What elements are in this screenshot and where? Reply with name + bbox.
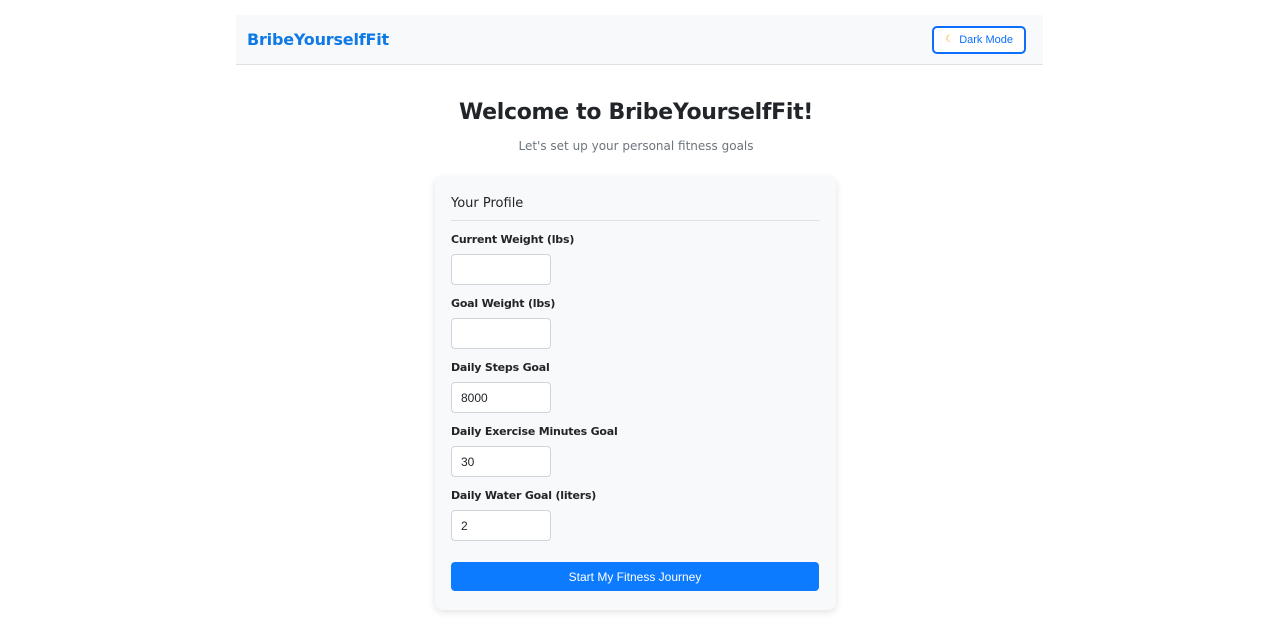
- exercise-minutes-group: Daily Exercise Minutes Goal: [451, 425, 820, 477]
- profile-card-title: Your Profile: [451, 196, 820, 221]
- goal-weight-group: Goal Weight (lbs): [451, 297, 820, 349]
- exercise-minutes-label: Daily Exercise Minutes Goal: [451, 425, 618, 438]
- page-subtitle: Let's set up your personal fitness goals: [518, 139, 754, 153]
- start-journey-button[interactable]: Start My Fitness Journey: [451, 562, 819, 591]
- profile-card: Your Profile Current Weight (lbs) Goal W…: [435, 177, 836, 610]
- water-goal-group: Daily Water Goal (liters): [451, 489, 820, 541]
- daily-steps-label: Daily Steps Goal: [451, 361, 550, 374]
- goal-weight-input[interactable]: [451, 318, 551, 349]
- exercise-minutes-input[interactable]: [451, 446, 551, 477]
- current-weight-group: Current Weight (lbs): [451, 233, 820, 285]
- current-weight-label: Current Weight (lbs): [451, 233, 575, 246]
- welcome-section: Welcome to BribeYourselfFit! Let's set u…: [0, 100, 1272, 153]
- water-goal-label: Daily Water Goal (liters): [451, 489, 597, 502]
- page-title: Welcome to BribeYourselfFit!: [458, 100, 814, 125]
- daily-steps-input[interactable]: [451, 382, 551, 413]
- brand-logo[interactable]: BribeYourselfFit: [247, 30, 389, 49]
- water-goal-input[interactable]: [451, 510, 551, 541]
- dark-mode-button[interactable]: ☾ Dark Mode: [932, 25, 1026, 54]
- goal-weight-label: Goal Weight (lbs): [451, 297, 556, 310]
- crescent-moon-icon: ☾: [945, 34, 955, 45]
- dark-mode-label: Dark Mode: [959, 33, 1013, 46]
- top-navbar: BribeYourselfFit ☾ Dark Mode: [236, 15, 1043, 65]
- daily-steps-group: Daily Steps Goal: [451, 361, 820, 413]
- current-weight-input[interactable]: [451, 254, 551, 285]
